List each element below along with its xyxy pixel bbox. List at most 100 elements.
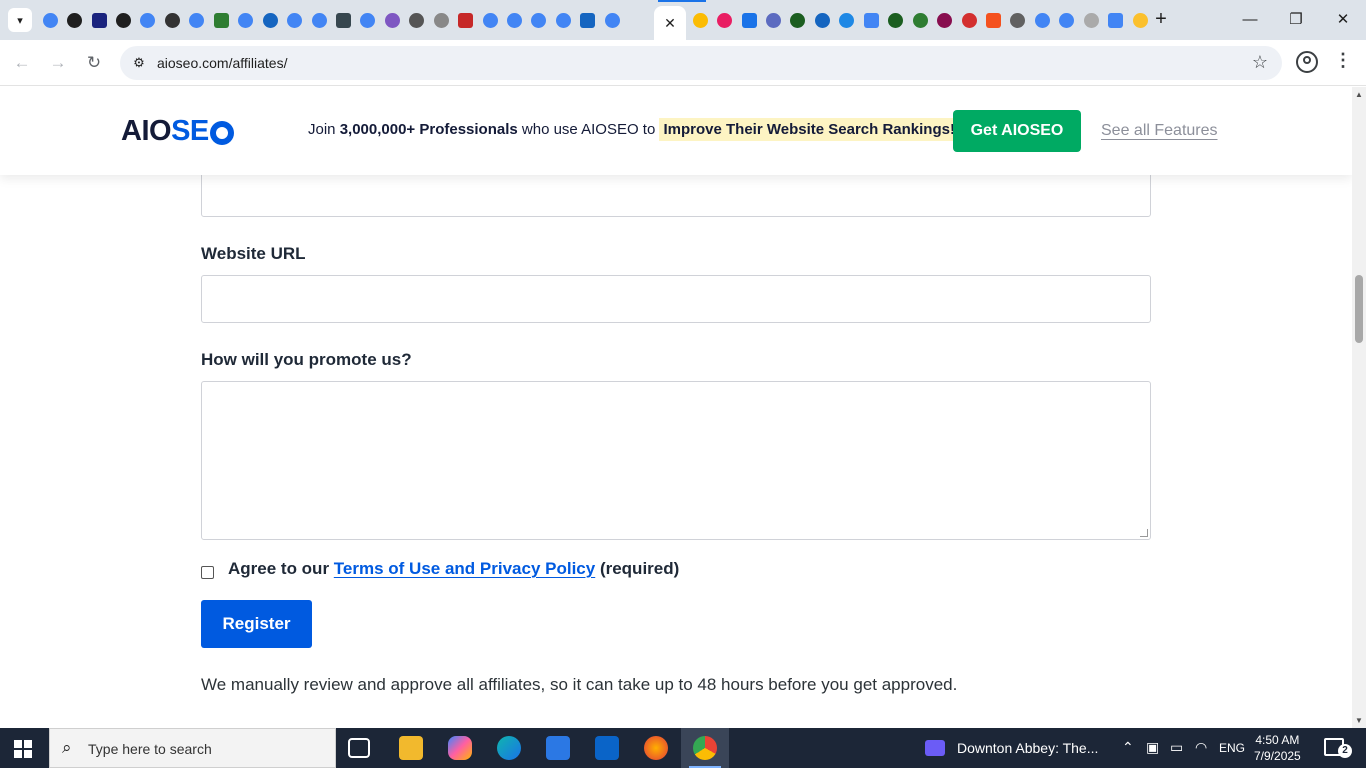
tab-favicon-icon[interactable]: [502, 10, 526, 30]
favicon-mark: [937, 12, 953, 28]
see-all-features-link[interactable]: See all Features: [1101, 122, 1218, 140]
media-player-icon[interactable]: [925, 740, 945, 756]
tab-favicon-icon[interactable]: [932, 10, 956, 30]
edge-icon[interactable]: [497, 736, 521, 760]
meet-icon[interactable]: ▣: [1146, 739, 1159, 756]
tab-favicon-icon[interactable]: [737, 10, 761, 30]
website-url-input[interactable]: [201, 275, 1151, 323]
task-view-icon[interactable]: [348, 738, 370, 758]
aioseo-logo[interactable]: AIO SE: [121, 115, 234, 148]
favicon-mark: [67, 12, 83, 28]
tab-favicon-icon[interactable]: [209, 10, 233, 30]
get-aioseo-button[interactable]: Get AIOSEO: [953, 110, 1081, 152]
resize-handle-icon[interactable]: [1140, 529, 1148, 537]
tab-favicon-icon[interactable]: [331, 10, 355, 30]
address-bar[interactable]: ⚙ aioseo.com/affiliates/ ☆: [120, 46, 1282, 80]
tab-favicon-icon[interactable]: [453, 10, 477, 30]
tab-favicon-icon[interactable]: [282, 10, 306, 30]
tab-favicon-icon[interactable]: [810, 10, 834, 30]
file-explorer-icon[interactable]: [399, 736, 423, 760]
outlook-icon[interactable]: [595, 736, 619, 760]
promote-textarea[interactable]: [201, 381, 1151, 540]
tab-favicon-icon[interactable]: [111, 10, 135, 30]
tab-favicon-icon[interactable]: [185, 10, 209, 30]
agree-suffix: (required): [595, 559, 680, 578]
site-info-icon[interactable]: ⚙: [130, 54, 148, 72]
taskbar-search[interactable]: ⌕ Type here to search: [49, 728, 336, 768]
battery-icon[interactable]: ▭: [1170, 739, 1183, 756]
site-header: AIO SE Join 3,000,000+ Professionals who …: [0, 87, 1352, 175]
close-window-icon[interactable]: ✕: [1328, 8, 1358, 32]
tab-favicon-icon[interactable]: [835, 10, 859, 30]
media-title[interactable]: Downton Abbey: The...: [957, 740, 1098, 756]
system-clock[interactable]: 4:50 AM 7/9/2025: [1254, 732, 1301, 764]
tab-favicon-icon[interactable]: [1128, 10, 1152, 30]
profile-icon[interactable]: [1296, 51, 1318, 73]
tab-favicon-icon[interactable]: [1079, 10, 1103, 30]
tab-favicon-icon[interactable]: [160, 10, 184, 30]
tab-favicons-right: [688, 10, 1152, 30]
url-text[interactable]: aioseo.com/affiliates/: [157, 55, 287, 71]
tab-favicon-icon[interactable]: [429, 10, 453, 30]
tab-favicon-icon[interactable]: [136, 10, 160, 30]
tab-favicon-icon[interactable]: [1030, 10, 1054, 30]
register-button[interactable]: Register: [201, 600, 312, 648]
tab-favicon-icon[interactable]: [62, 10, 86, 30]
tab-favicon-icon[interactable]: [859, 10, 883, 30]
tab-favicon-icon[interactable]: [478, 10, 502, 30]
tab-favicon-icon[interactable]: [884, 10, 908, 30]
tab-favicon-icon[interactable]: [1103, 10, 1127, 30]
tab-favicon-icon[interactable]: [87, 10, 111, 30]
tab-favicon-icon[interactable]: [1055, 10, 1079, 30]
chrome-taskbar-button[interactable]: [681, 728, 729, 768]
reload-icon[interactable]: ↻: [81, 50, 107, 76]
tab-favicon-icon[interactable]: [712, 10, 736, 30]
tray-chevron-icon[interactable]: ⌃: [1122, 739, 1134, 756]
forward-arrow-icon[interactable]: →: [45, 50, 71, 76]
back-arrow-icon[interactable]: ←: [9, 50, 35, 76]
tab-favicon-icon[interactable]: [527, 10, 551, 30]
tab-favicon-icon[interactable]: [258, 10, 282, 30]
tab-favicon-icon[interactable]: [761, 10, 785, 30]
tab-favicon-icon[interactable]: [405, 10, 429, 30]
tab-favicon-icon[interactable]: [688, 10, 712, 30]
tab-search-chevron-icon[interactable]: ▾: [8, 8, 32, 32]
scroll-thumb[interactable]: [1355, 275, 1363, 343]
store-icon[interactable]: [546, 736, 570, 760]
language-indicator[interactable]: ENG: [1219, 741, 1245, 755]
tab-favicon-icon[interactable]: [551, 10, 575, 30]
tab-favicon-icon[interactable]: [38, 10, 62, 30]
tab-favicon-icon[interactable]: [380, 10, 404, 30]
tab-favicon-icon[interactable]: [908, 10, 932, 30]
search-placeholder: Type here to search: [88, 741, 212, 757]
menu-kebab-icon[interactable]: ⋮: [1334, 50, 1352, 71]
restore-icon[interactable]: ❐: [1281, 8, 1311, 32]
tab-favicon-icon[interactable]: [576, 10, 600, 30]
tab-favicon-icon[interactable]: [1006, 10, 1030, 30]
new-tab-button[interactable]: +: [1150, 9, 1172, 31]
tab-favicon-icon[interactable]: [957, 10, 981, 30]
wifi-icon[interactable]: ◠: [1195, 739, 1207, 756]
minimize-icon[interactable]: —: [1235, 8, 1265, 32]
terms-privacy-link[interactable]: Terms of Use and Privacy Policy: [334, 559, 595, 578]
close-tab-icon[interactable]: ✕: [664, 15, 676, 32]
active-tab[interactable]: ✕: [654, 6, 686, 40]
firefox-icon[interactable]: [644, 736, 668, 760]
tab-favicon-icon[interactable]: [981, 10, 1005, 30]
tab-favicon-icon[interactable]: [600, 10, 624, 30]
agree-checkbox[interactable]: [201, 566, 214, 579]
tab-favicon-icon[interactable]: [234, 10, 258, 30]
copilot-icon[interactable]: [448, 736, 472, 760]
favicon-mark: [1108, 12, 1124, 28]
scroll-up-icon[interactable]: ▲: [1355, 90, 1363, 99]
page-scrollbar[interactable]: ▲ ▼: [1352, 87, 1366, 728]
promo-professionals: Professionals: [415, 121, 518, 138]
windows-start-icon[interactable]: [14, 740, 32, 758]
scroll-down-icon[interactable]: ▼: [1355, 716, 1363, 725]
tab-favicon-icon[interactable]: [786, 10, 810, 30]
tab-favicon-icon[interactable]: [356, 10, 380, 30]
favicon-mark: [433, 12, 449, 28]
bookmark-star-icon[interactable]: ☆: [1252, 52, 1268, 73]
tab-favicon-icon[interactable]: [307, 10, 331, 30]
favicon-mark: [164, 12, 180, 28]
